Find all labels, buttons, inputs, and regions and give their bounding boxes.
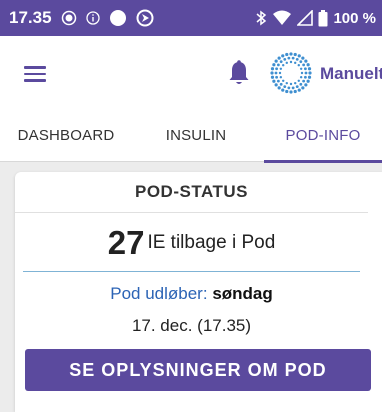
reservoir-display: 27 IE tilbage i Pod bbox=[15, 224, 368, 262]
signal-icon bbox=[297, 10, 314, 26]
battery-icon bbox=[318, 9, 328, 27]
reservoir-text: IE tilbage i Pod bbox=[147, 232, 276, 253]
filled-circle-icon bbox=[109, 9, 127, 27]
location-icon bbox=[136, 9, 154, 27]
dotted-circle-icon[interactable] bbox=[270, 52, 312, 94]
status-bar: 17.35 100 % bbox=[0, 0, 382, 36]
wifi-icon bbox=[272, 10, 292, 26]
app-bar: Manuelt bbox=[0, 36, 382, 112]
reservoir-value: 27 bbox=[107, 224, 145, 261]
card-title: POD-STATUS bbox=[15, 172, 368, 213]
pod-expires: Pod udløber: søndag bbox=[15, 284, 368, 304]
tab-pod-info[interactable]: POD-INFO bbox=[264, 112, 382, 163]
info-icon bbox=[85, 11, 100, 25]
bluetooth-icon bbox=[255, 10, 267, 26]
expires-label: Pod udløber: bbox=[110, 284, 208, 303]
circle-dot-icon bbox=[61, 10, 77, 26]
mode-label[interactable]: Manuelt bbox=[320, 64, 382, 84]
tab-bar: DASHBOARD INSULIN POD-INFO bbox=[0, 112, 382, 163]
battery-percent: 100 % bbox=[333, 9, 376, 27]
divider bbox=[23, 271, 360, 272]
status-time: 17.35 bbox=[9, 8, 52, 27]
bell-icon[interactable] bbox=[228, 60, 250, 86]
tab-dashboard[interactable]: DASHBOARD bbox=[0, 112, 132, 162]
expires-date: 17. dec. (17.35) bbox=[131, 316, 252, 335]
expires-day: søndag bbox=[212, 284, 273, 303]
view-pod-details-button[interactable]: SE OPLYSNINGER OM POD bbox=[25, 349, 371, 391]
pod-status-card: POD-STATUS 27 IE tilbage i Pod Pod udløbe… bbox=[15, 172, 382, 412]
hamburger-menu-icon[interactable] bbox=[24, 66, 46, 82]
tab-insulin[interactable]: INSULIN bbox=[132, 112, 260, 162]
